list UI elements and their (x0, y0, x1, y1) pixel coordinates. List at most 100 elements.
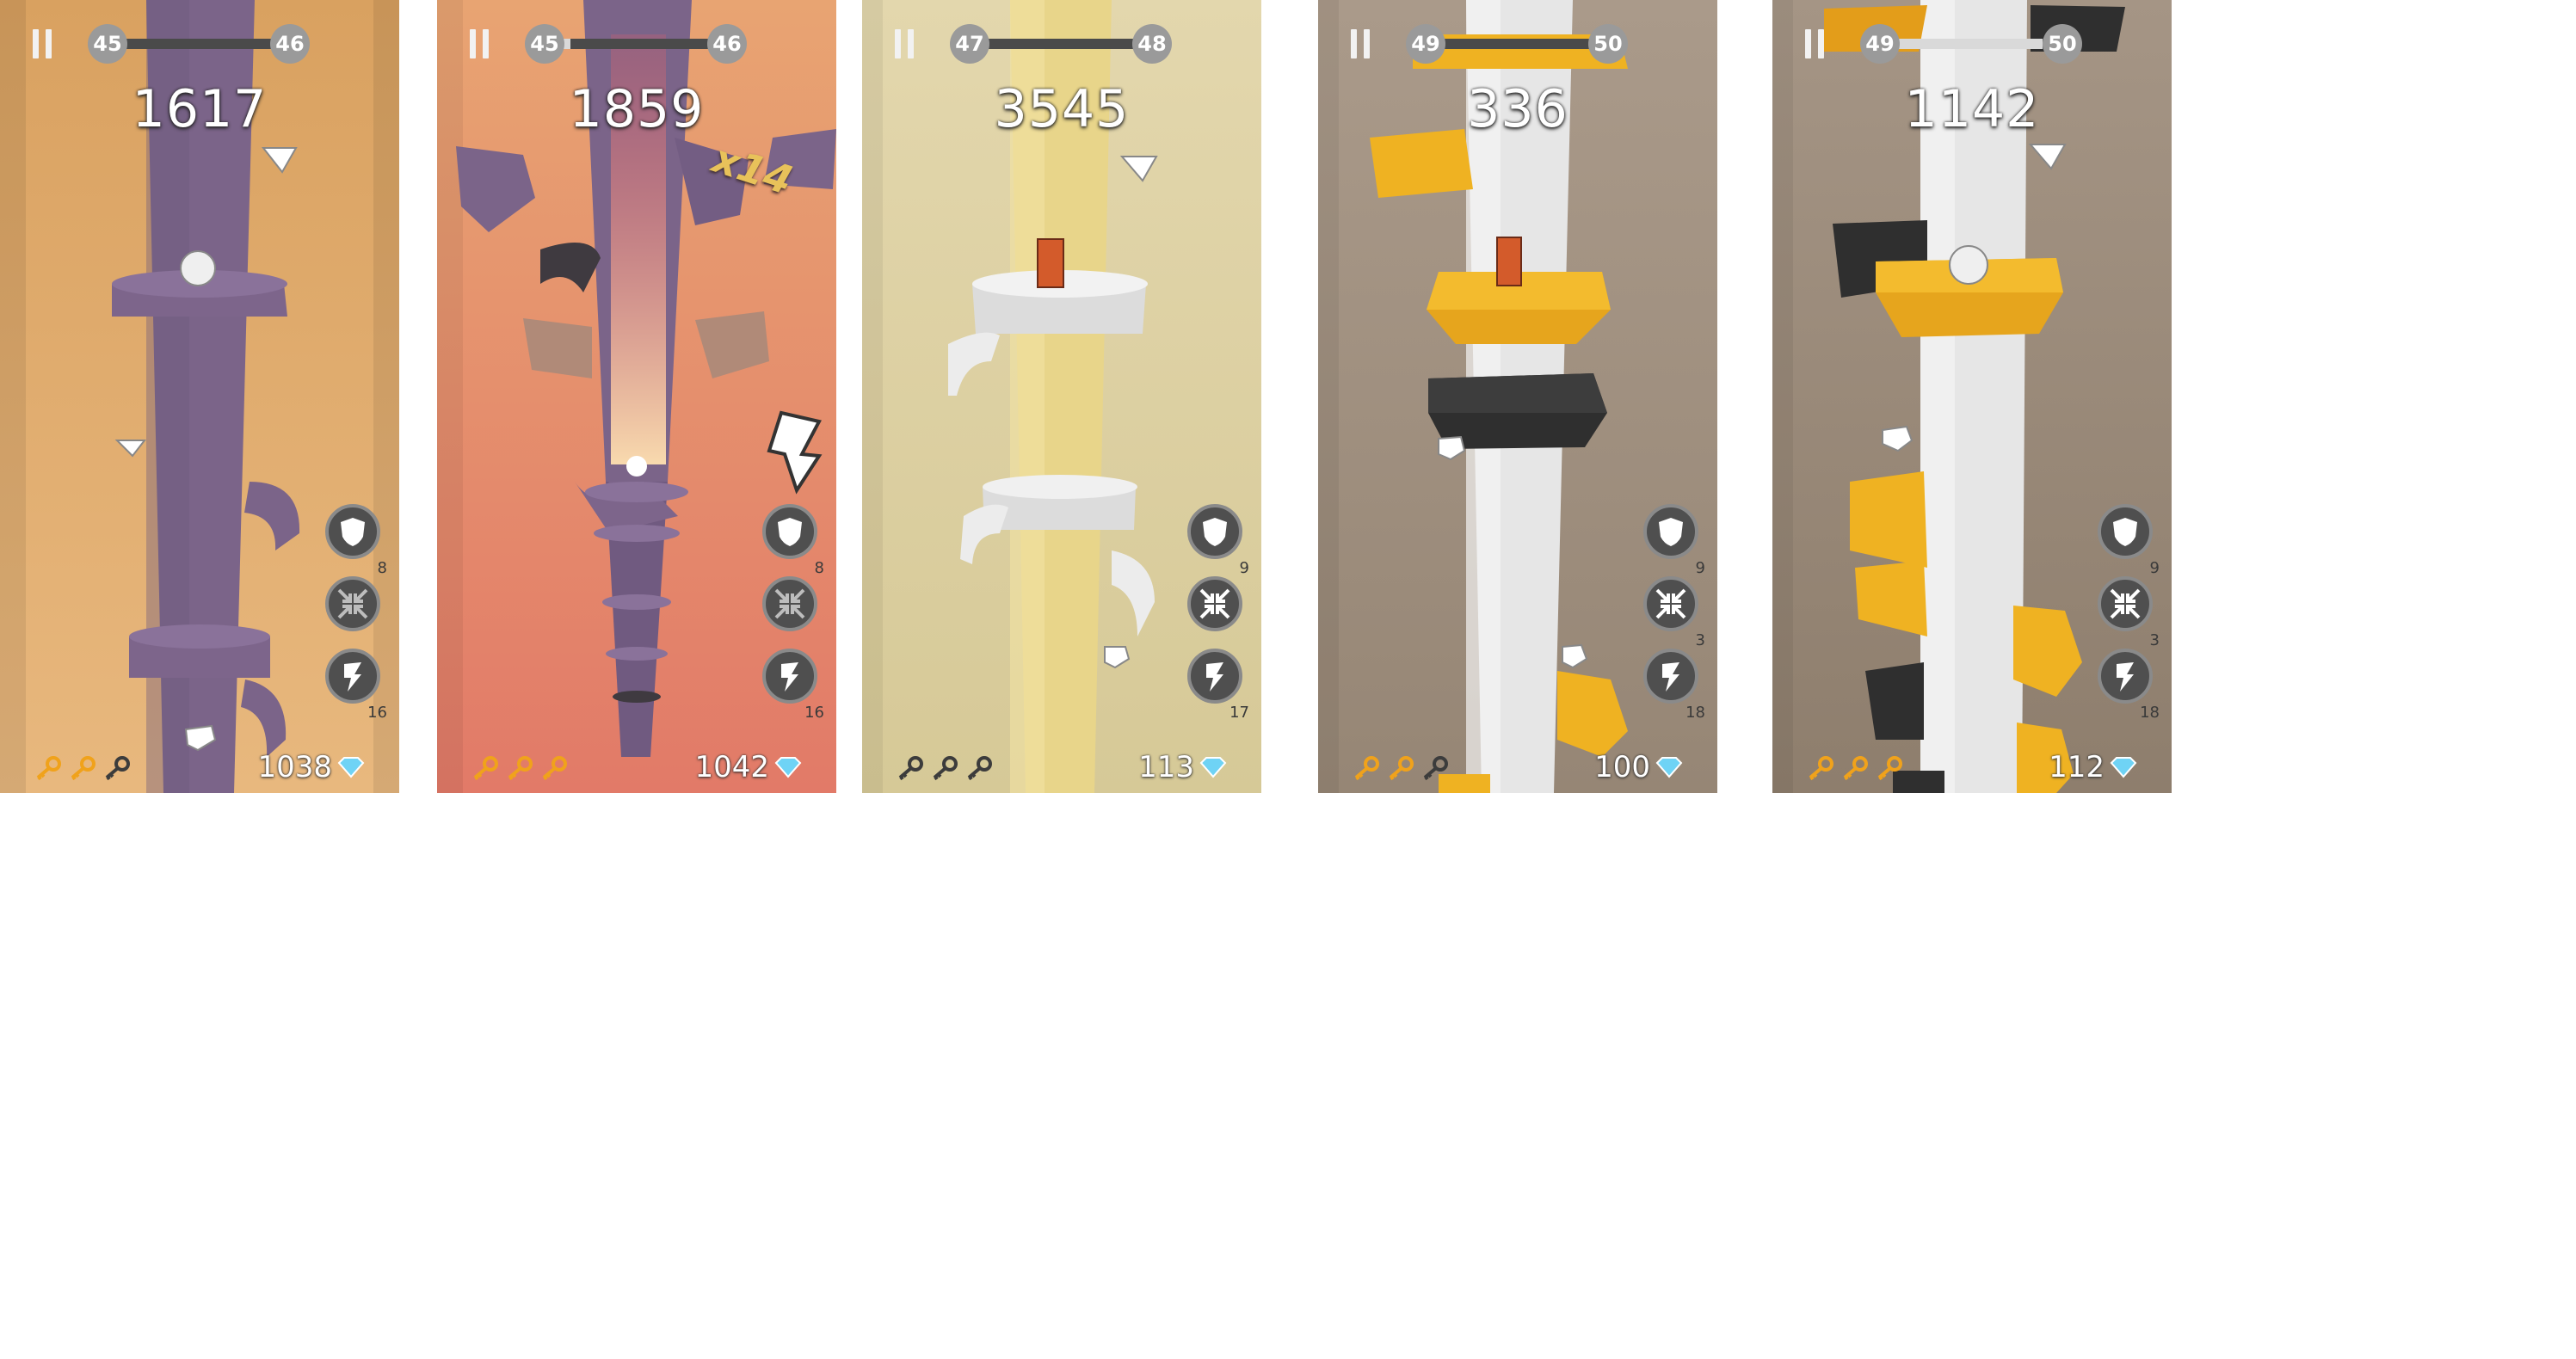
shrink-icon (2110, 588, 2141, 619)
bolt-powerup-button[interactable] (1187, 649, 1242, 704)
pause-button[interactable] (33, 29, 52, 58)
game-panel-3: 47 48 3545 9 17 113 (862, 0, 1261, 793)
shrink-count: 3 (1695, 631, 1705, 649)
shield-powerup-button[interactable] (1187, 504, 1242, 559)
score: 1142 (1904, 79, 2040, 139)
shield-count: 9 (2149, 559, 2160, 577)
key-icon (1843, 756, 1868, 781)
key-icon (473, 756, 498, 781)
progress-fill (1877, 39, 2043, 49)
shrink-count: 3 (2149, 631, 2160, 649)
shrink-icon (1199, 588, 1230, 619)
key-icon (1423, 756, 1448, 781)
gem-icon (1655, 757, 1683, 778)
shield-icon (778, 518, 802, 546)
level-progress: 49 50 (1406, 24, 1628, 64)
lightning-bolt-icon (2117, 662, 2134, 692)
lightning-bolt-icon (344, 662, 361, 692)
keys-collected (470, 755, 568, 781)
lightning-bolt-icon (1662, 662, 1679, 692)
bolt-count: 18 (2140, 704, 2160, 722)
key-icon (508, 756, 533, 781)
lightning-bolt-icon (1206, 662, 1223, 692)
shield-powerup-button[interactable] (1643, 504, 1698, 559)
key-icon (71, 756, 96, 781)
pause-button[interactable] (470, 29, 489, 58)
shield-powerup-button[interactable] (762, 504, 817, 559)
gem-icon (2110, 757, 2137, 778)
level-progress: 49 50 (1860, 24, 2082, 64)
shield-icon (2113, 518, 2137, 546)
gem-counter: 1042 (694, 750, 802, 784)
keys-collected (33, 755, 131, 781)
level-progress: 45 46 (88, 24, 310, 64)
bolt-powerup-button[interactable] (2098, 649, 2153, 704)
key-icon (933, 756, 958, 781)
shrink-powerup-button[interactable] (325, 576, 380, 631)
shrink-powerup-button[interactable] (1643, 576, 1698, 631)
gem-count: 112 (2049, 750, 2105, 784)
score: 1617 (132, 79, 268, 139)
shield-icon (1659, 518, 1683, 546)
next-level-badge: 46 (270, 24, 310, 64)
key-icon (105, 756, 130, 781)
key-icon (967, 756, 992, 781)
score: 1859 (569, 79, 705, 139)
gem-count: 1038 (257, 750, 332, 784)
bolt-count: 16 (367, 704, 387, 722)
shield-count: 8 (377, 559, 387, 577)
keys-collected (1351, 755, 1449, 781)
gem-icon (337, 757, 365, 778)
next-level-badge: 50 (1588, 24, 1628, 64)
bolt-powerup-button[interactable] (762, 649, 817, 704)
shrink-powerup-button[interactable] (762, 576, 817, 631)
score: 336 (1467, 79, 1568, 139)
next-level-badge: 46 (707, 24, 747, 64)
current-level-badge: 47 (950, 24, 989, 64)
level-progress: 47 48 (950, 24, 1172, 64)
game-panel-1: 45 46 1617 8 16 1038 (0, 0, 399, 793)
next-level-badge: 50 (2043, 24, 2082, 64)
shield-icon (1203, 518, 1227, 546)
bolt-powerup-button[interactable] (1643, 649, 1698, 704)
game-panel-5: 49 50 1142 9 3 18 112 (1772, 0, 2172, 793)
shrink-icon (774, 588, 805, 619)
key-icon (1354, 756, 1379, 781)
current-level-badge: 49 (1406, 24, 1445, 64)
keys-collected (895, 755, 993, 781)
key-icon (1809, 756, 1833, 781)
shield-count: 9 (1239, 559, 1249, 577)
pause-button[interactable] (1351, 29, 1370, 58)
game-panel-2: x14 45 46 1859 8 16 1042 (437, 0, 836, 793)
shield-count: 8 (814, 559, 824, 577)
bolt-powerup-button[interactable] (325, 649, 380, 704)
key-icon (542, 756, 567, 781)
gem-count: 100 (1594, 750, 1650, 784)
shield-powerup-button[interactable] (325, 504, 380, 559)
gem-count: 113 (1138, 750, 1194, 784)
bolt-count: 17 (1229, 704, 1249, 722)
level-progress: 45 46 (525, 24, 747, 64)
shrink-powerup-button[interactable] (2098, 576, 2153, 631)
key-icon (36, 756, 61, 781)
lightning-bolt-icon (781, 662, 798, 692)
shield-powerup-button[interactable] (2098, 504, 2153, 559)
key-icon (1877, 756, 1902, 781)
gem-counter: 1038 (257, 750, 365, 784)
shrink-powerup-button[interactable] (1187, 576, 1242, 631)
game-panel-4: 49 50 336 9 3 18 100 (1318, 0, 1717, 793)
gem-icon (1199, 757, 1227, 778)
gem-icon (774, 757, 802, 778)
bolt-count: 18 (1685, 704, 1705, 722)
keys-collected (1805, 755, 1903, 781)
key-icon (898, 756, 923, 781)
pause-button[interactable] (895, 29, 914, 58)
gem-count: 1042 (694, 750, 769, 784)
shield-icon (341, 518, 365, 546)
shrink-icon (337, 588, 368, 619)
key-icon (1389, 756, 1414, 781)
pause-button[interactable] (1805, 29, 1824, 58)
gem-counter: 112 (2049, 750, 2137, 784)
shrink-icon (1655, 588, 1686, 619)
current-level-badge: 45 (88, 24, 127, 64)
